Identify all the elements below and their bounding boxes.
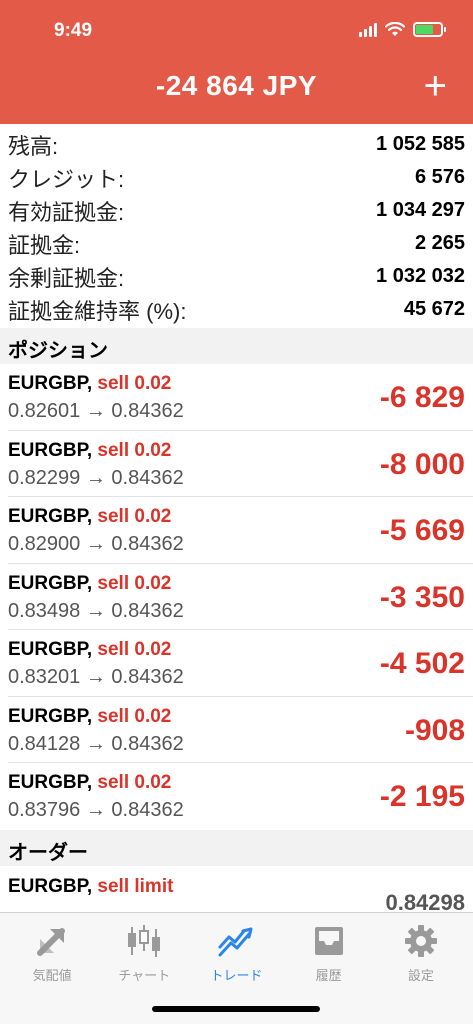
cellular-signal-icon [359,22,377,37]
position-row[interactable]: EURGBP, sell 0.02 0.83201 → 0.84362 -4 5… [8,630,473,697]
page-title: -24 864 JPY [155,70,318,101]
account-row-free-margin: 余剰証拠金: 1 032 032 [8,260,465,293]
positions-section-title: ポジション [0,328,473,364]
account-value: 45 672 [403,298,465,320]
app-header: 9:49 -24 864 JPY + [0,0,473,124]
quotes-arrow-icon [32,921,72,961]
position-profit: -4 502 [379,647,465,680]
battery-icon [413,22,446,37]
gear-icon [401,921,441,961]
position-prices: 0.82900 → 0.84362 [8,533,184,555]
position-prices: 0.84128 → 0.84362 [8,732,184,755]
position-prices: 0.83796 → 0.84362 [8,799,184,821]
status-time: 9:49 [54,20,93,41]
position-symbol: EURGBP, sell 0.02 [8,439,172,461]
position-prices: 0.82601 → 0.84362 [8,400,184,422]
wifi-icon [385,22,405,36]
account-label: クレジット: [8,166,125,192]
account-label: 余剰証拠金: [8,265,125,291]
history-inbox-icon [309,921,349,961]
positions-list: EURGBP, sell 0.02 0.82601 → 0.84362 -6 8… [0,364,473,830]
account-value: 1 032 032 [376,265,465,287]
tab-label: 気配値 [32,968,72,983]
account-value: 6 576 [414,166,465,188]
trade-trend-icon [216,921,256,961]
position-side: sell 0.02 [97,439,172,461]
position-side: sell 0.02 [97,639,172,660]
position-side: sell 0.02 [97,705,172,727]
position-row[interactable]: EURGBP, sell 0.02 0.82601 → 0.84362 -6 8… [8,364,473,431]
account-row-balance: 残高: 1 052 585 [8,128,465,161]
status-icons [359,22,446,37]
position-profit: -908 [404,713,465,747]
tab-chart[interactable]: チャート [100,921,188,984]
position-symbol: EURGBP, sell 0.02 [8,373,172,394]
position-row[interactable]: EURGBP, sell 0.02 0.83796 → 0.84362 -2 1… [8,763,473,830]
position-symbol: EURGBP, sell 0.02 [8,639,172,660]
account-value: 2 265 [414,232,465,254]
position-prices: 0.83201 → 0.84362 [8,666,184,688]
order-side: sell limit [97,876,174,897]
order-row[interactable]: EURGBP, sell limit 0.84298 [8,868,465,915]
account-row-equity: 有効証拠金: 1 034 297 [8,194,465,227]
position-profit: -8 000 [379,447,465,481]
position-prices: 0.82299 → 0.84362 [8,466,184,489]
account-label: 有効証拠金: [8,199,125,225]
account-row-credit: クレジット: 6 576 [8,161,465,194]
position-side: sell 0.02 [97,373,172,394]
tab-bar: 気配値 チャート トレード 履歴 設定 [0,912,473,1024]
tab-label: 設定 [407,968,434,983]
position-profit: -6 829 [379,381,465,414]
account-summary: 残高: 1 052 585 クレジット: 6 576 有効証拠金: 1 034 … [0,124,473,326]
position-symbol: EURGBP, sell 0.02 [8,705,172,727]
account-label: 証拠金: [8,232,81,258]
position-side: sell 0.02 [97,772,172,793]
tab-history[interactable]: 履歴 [285,921,373,984]
position-symbol: EURGBP, sell 0.02 [8,772,172,793]
tab-trade[interactable]: トレード [192,921,280,984]
position-row[interactable]: EURGBP, sell 0.02 0.82900 → 0.84362 -5 6… [8,497,473,564]
position-prices: 0.83498 → 0.84362 [8,599,184,622]
account-value: 1 034 297 [376,199,465,221]
account-label: 残高: [8,133,59,159]
add-order-button[interactable]: + [424,66,447,106]
position-side: sell 0.02 [97,506,172,527]
position-symbol: EURGBP, sell 0.02 [8,506,172,527]
candlestick-chart-icon [124,921,164,961]
tab-label: チャート [118,968,171,983]
order-symbol: EURGBP, sell limit [8,876,174,897]
account-label: 証拠金維持率 (%): [8,298,187,324]
position-side: sell 0.02 [97,572,172,594]
tab-quotes[interactable]: 気配値 [8,921,96,984]
position-row[interactable]: EURGBP, sell 0.02 0.82299 → 0.84362 -8 0… [8,431,473,497]
account-value: 1 052 585 [376,133,465,155]
tab-label: トレード [210,968,263,983]
position-profit: -3 350 [379,580,465,614]
orders-section-title: オーダー [0,830,473,866]
position-profit: -5 669 [379,514,465,547]
position-profit: -2 195 [379,780,465,813]
account-row-margin-level: 証拠金維持率 (%): 45 672 [8,293,465,326]
position-row[interactable]: EURGBP, sell 0.02 0.83498 → 0.84362 -3 3… [8,564,473,630]
position-row[interactable]: EURGBP, sell 0.02 0.84128 → 0.84362 -908 [8,697,473,763]
tab-label: 履歴 [315,968,342,983]
tab-settings[interactable]: 設定 [377,921,465,984]
account-row-margin: 証拠金: 2 265 [8,227,465,260]
home-indicator[interactable] [152,1006,320,1012]
position-symbol: EURGBP, sell 0.02 [8,572,172,594]
